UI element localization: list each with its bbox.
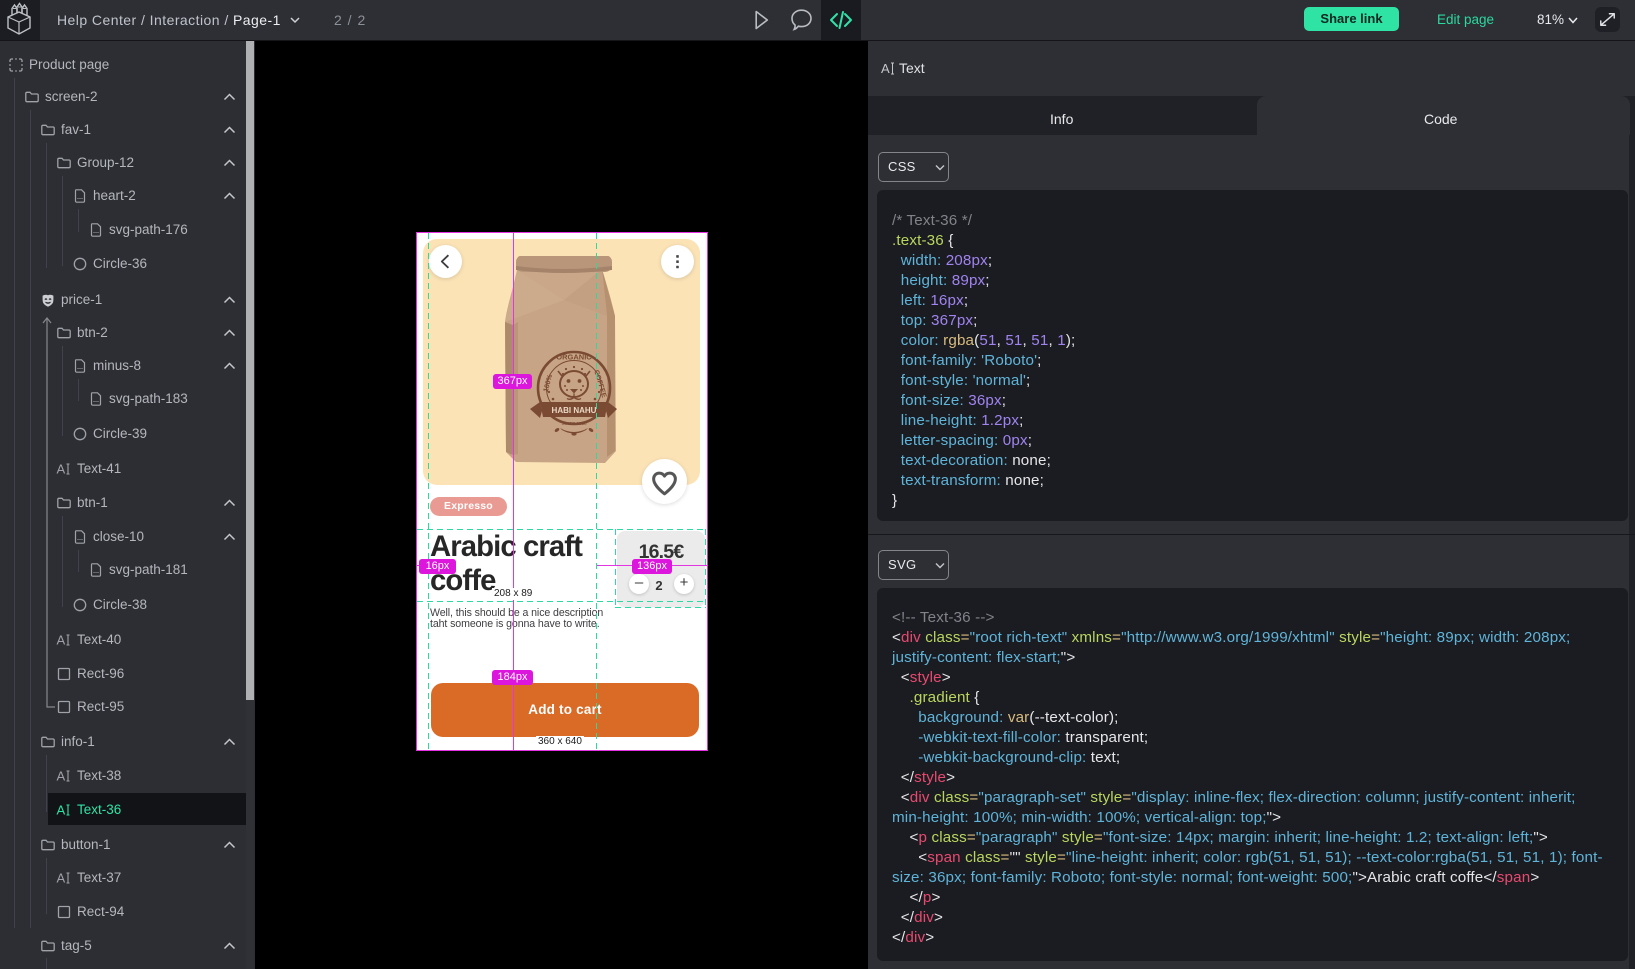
svg-text:A: A (57, 871, 66, 886)
svg-text:A: A (57, 803, 66, 818)
svg-text:HABI NAHU: HABI NAHU (552, 406, 597, 415)
svg-text:A: A (57, 462, 66, 477)
svg-text:A: A (57, 769, 66, 784)
svg-text:SINCE 1930: SINCE 1930 (561, 421, 587, 426)
svg-text:A: A (57, 633, 66, 648)
svg-text:A: A (881, 61, 890, 76)
svg-text:ORGANIC: ORGANIC (556, 353, 592, 362)
